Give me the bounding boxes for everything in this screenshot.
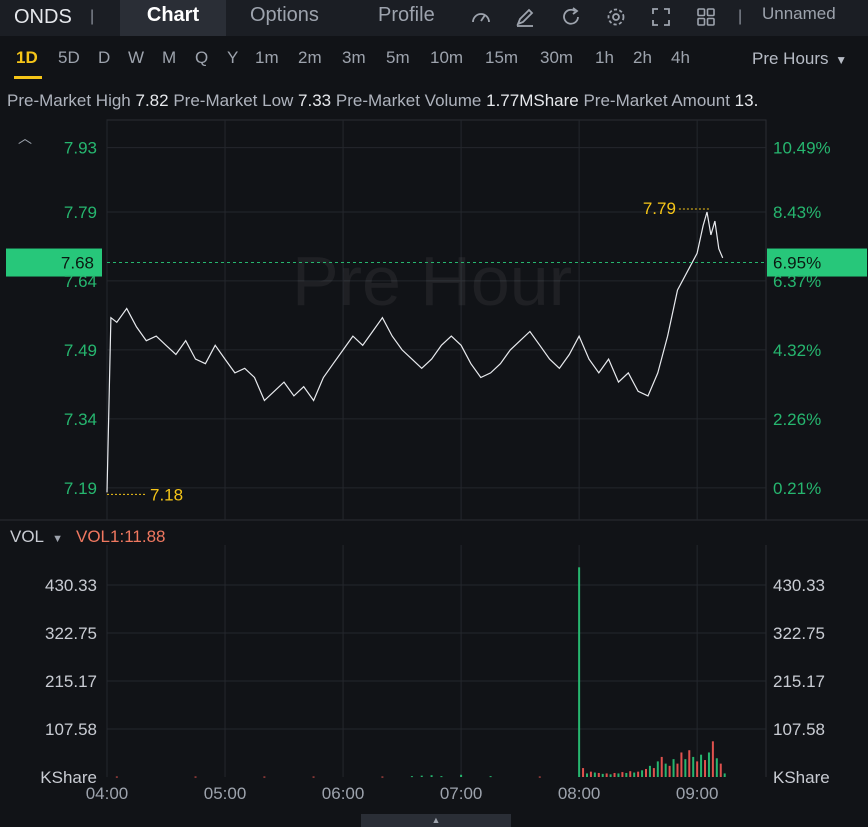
volume-axis-label: 107.58 — [45, 720, 97, 739]
volume-bar — [605, 773, 608, 777]
volume-chart — [115, 567, 726, 778]
price-axis-label: 7.49 — [64, 341, 97, 360]
volume-bar — [688, 750, 691, 777]
volume-bar — [381, 776, 384, 778]
vol-title: VOL — [10, 527, 44, 546]
x-tick-label: 09:00 — [676, 784, 719, 803]
volume-axis-label: 430.33 — [773, 576, 825, 595]
volume-axis-label: 215.17 — [45, 672, 97, 691]
volume-bar — [582, 768, 585, 777]
volume-bar — [420, 775, 423, 777]
volume-bar — [460, 774, 463, 777]
vol-indicator[interactable]: VOL ▼ — [10, 527, 63, 547]
caret-up-icon: ▲ — [431, 815, 441, 825]
volume-axis-label: 107.58 — [773, 720, 825, 739]
price-axis-label: 7.34 — [64, 410, 97, 429]
chart-grid — [0, 119, 868, 777]
volume-bar — [625, 772, 628, 777]
volume-bar — [664, 763, 667, 777]
current-price-value: 7.68 — [61, 254, 94, 273]
volume-bar — [696, 761, 699, 777]
volume-bar — [676, 763, 679, 777]
volume-bar — [194, 776, 197, 778]
percent-axis-label: 4.32% — [773, 341, 821, 360]
volume-bar — [684, 759, 687, 777]
volume-bar — [652, 768, 655, 777]
price-axis-label: 7.19 — [64, 479, 97, 498]
volume-bar — [617, 773, 620, 777]
volume-bar — [719, 763, 722, 777]
volume-axis-label: 430.33 — [45, 576, 97, 595]
volume-bar — [312, 776, 315, 778]
volume-bar — [115, 776, 118, 778]
volume-bar — [633, 772, 636, 777]
volume-bar — [637, 771, 640, 777]
x-tick-label: 05:00 — [204, 784, 247, 803]
x-tick-label: 08:00 — [558, 784, 601, 803]
volume-bar — [648, 765, 651, 777]
volume-bar — [263, 776, 266, 778]
percent-axis-label: 6.37% — [773, 272, 821, 291]
chart-axes: 04:00 05:00 06:00 07:00 08:00 09:007.93 10.49%… — [40, 139, 830, 803]
volume-bar — [641, 770, 644, 777]
volume-bar — [645, 768, 648, 777]
chart-canvas[interactable]: Pre Hour 7.68 6.95%7.797.18 04:00 05:00 06:… — [0, 0, 868, 827]
volume-bar — [672, 759, 675, 777]
volume-bar — [715, 758, 718, 777]
volume-bar — [601, 773, 604, 777]
volume-bar — [538, 776, 541, 778]
volume-bar — [440, 776, 443, 778]
volume-bar — [430, 775, 433, 777]
caret-down-icon: ▼ — [52, 533, 64, 545]
percent-axis-label: 8.43% — [773, 203, 821, 222]
current-change-value: 6.95% — [773, 254, 821, 273]
volume-axis-label: 322.75 — [45, 624, 97, 643]
price-axis-label: 7.64 — [64, 272, 97, 291]
volume-bar — [585, 773, 588, 777]
volume-bar — [410, 776, 413, 778]
volume-bar — [621, 772, 624, 777]
x-tick-label: 06:00 — [322, 784, 365, 803]
volume-bar — [629, 771, 632, 777]
price-panel-border — [106, 119, 767, 521]
volume-bar — [700, 754, 703, 777]
x-tick-label: 07:00 — [440, 784, 483, 803]
volume-bar — [613, 772, 616, 777]
volume-axis-label: 215.17 — [773, 672, 825, 691]
volume-bar — [668, 765, 671, 777]
vol1-value: VOL1:11.88 — [76, 527, 166, 546]
watermark: Pre Hour — [292, 242, 572, 320]
volume-unit-label: KShare — [40, 768, 97, 787]
volume-unit-label: KShare — [773, 768, 830, 787]
percent-axis-label: 10.49% — [773, 139, 831, 158]
volume-bar — [704, 760, 707, 777]
volume-bar — [711, 741, 714, 777]
volume-bar — [609, 774, 612, 777]
volume-bar — [656, 761, 659, 777]
volume-bar — [589, 771, 592, 777]
volume-axis-label: 322.75 — [773, 624, 825, 643]
price-axis-label: 7.79 — [64, 203, 97, 222]
volume-bar — [660, 756, 663, 777]
volume-bar — [707, 752, 710, 777]
volume-bar — [723, 773, 726, 777]
min-marker-label: 7.18 — [150, 485, 183, 504]
volume-bar — [593, 772, 596, 777]
price-axis-label: 7.93 — [64, 139, 97, 158]
percent-axis-label: 2.26% — [773, 410, 821, 429]
max-marker-label: 7.79 — [643, 199, 676, 218]
volume-bar — [578, 567, 581, 777]
expand-panel-handle[interactable]: ▲ — [361, 814, 511, 827]
percent-axis-label: 0.21% — [773, 479, 821, 498]
volume-bar — [692, 756, 695, 777]
volume-bar — [489, 776, 492, 778]
volume-bar — [680, 752, 683, 777]
volume-bar — [597, 772, 600, 777]
